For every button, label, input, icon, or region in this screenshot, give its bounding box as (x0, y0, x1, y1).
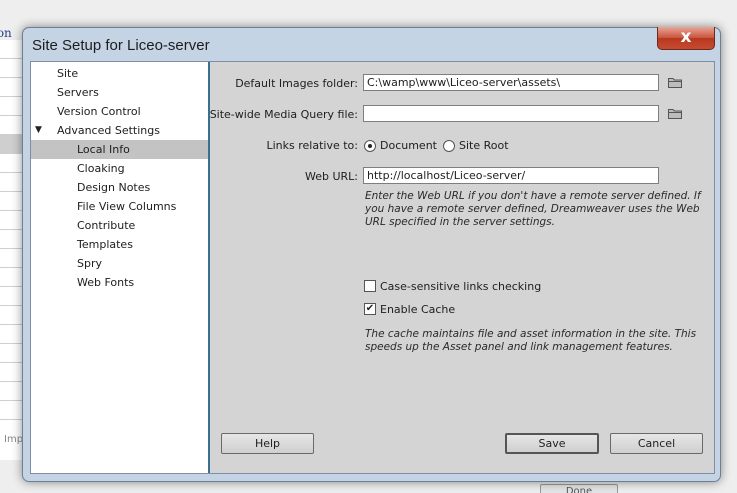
case-sensitive-label[interactable]: Case-sensitive links checking (380, 280, 541, 293)
sidebar-item-file-view-columns[interactable]: File View Columns (31, 197, 208, 216)
close-button[interactable]: x (657, 27, 715, 50)
checkmark-icon: ✔ (365, 303, 375, 314)
enable-cache-label[interactable]: Enable Cache (380, 303, 455, 316)
document-radio-label[interactable]: Document (380, 139, 437, 152)
media-query-label: Site-wide Media Query file: (209, 108, 358, 121)
sidebar-item-label: Advanced Settings (57, 124, 160, 137)
cache-note-line: The cache maintains file and asset infor… (365, 328, 697, 340)
web-url-note-line: URL specified in the server settings. (365, 216, 555, 228)
site-setup-dialog: Site Setup for Liceo-server x Site Serve… (22, 27, 721, 482)
cancel-button[interactable]: Cancel (610, 433, 703, 454)
site-root-radio[interactable] (443, 140, 455, 152)
media-query-field[interactable] (363, 105, 659, 122)
default-images-label: Default Images folder: (235, 77, 358, 90)
sidebar-item-contribute[interactable]: Contribute (31, 216, 208, 235)
cache-note-line: speeds up the Asset panel and link manag… (365, 341, 673, 353)
web-url-note: Enter the Web URL if you don't have a re… (365, 190, 701, 229)
sidebar-item-site[interactable]: Site (31, 64, 208, 83)
web-url-note-line: Enter the Web URL if you don't have a re… (365, 190, 701, 202)
case-sensitive-checkbox[interactable] (364, 280, 376, 292)
sidebar-item-version-control[interactable]: Version Control (31, 102, 208, 121)
sidebar-item-label: Design Notes (77, 181, 151, 194)
sidebar-item-label: Web Fonts (77, 276, 135, 289)
cache-note: The cache maintains file and asset infor… (365, 328, 696, 354)
background-title: ton (0, 26, 12, 40)
sidebar-item-design-notes[interactable]: Design Notes (31, 178, 208, 197)
folder-icon[interactable] (668, 77, 682, 88)
sidebar-item-templates[interactable]: Templates (31, 235, 208, 254)
close-icon: x (680, 27, 692, 47)
sidebar-item-advanced-settings[interactable]: ▼ Advanced Settings (31, 121, 208, 140)
sidebar-item-label: Cloaking (77, 162, 125, 175)
default-images-field[interactable]: C:\wamp\www\Liceo-server\assets\ (363, 74, 659, 91)
links-relative-label: Links relative to: (266, 139, 359, 152)
sidebar-item-label: Site (57, 67, 79, 80)
folder-icon[interactable] (668, 108, 682, 119)
sidebar-item-cloaking[interactable]: Cloaking (31, 159, 208, 178)
sidebar-item-spry[interactable]: Spry (31, 254, 208, 273)
sidebar-item-web-fonts[interactable]: Web Fonts (31, 273, 208, 292)
enable-cache-checkbox[interactable]: ✔ (364, 303, 376, 315)
web-url-label: Web URL: (304, 170, 358, 183)
sidebar-item-label: File View Columns (77, 200, 177, 213)
background-done-button[interactable]: Done (540, 484, 618, 493)
sidebar-item-label: Local Info (77, 143, 130, 156)
triangle-down-icon[interactable]: ▼ (35, 121, 42, 140)
category-sidebar: Site Servers Version Control ▼ Advanced … (31, 62, 210, 473)
dialog-body: Site Servers Version Control ▼ Advanced … (30, 61, 715, 474)
sidebar-item-servers[interactable]: Servers (31, 83, 208, 102)
sidebar-item-label: Spry (77, 257, 102, 270)
sidebar-item-label: Templates (77, 238, 133, 251)
web-url-note-line: you have a remote server defined, Dreamw… (365, 203, 700, 215)
sidebar-item-label: Contribute (77, 219, 136, 232)
save-button[interactable]: Save (505, 433, 599, 454)
site-root-radio-label[interactable]: Site Root (459, 139, 509, 152)
sidebar-item-label: Servers (57, 86, 99, 99)
document-radio[interactable] (364, 140, 376, 152)
background-imp-label: Imp (4, 434, 24, 445)
sidebar-item-label: Version Control (57, 105, 141, 118)
dialog-title: Site Setup for Liceo-server (32, 37, 210, 54)
help-button[interactable]: Help (221, 433, 314, 454)
sidebar-item-local-info[interactable]: Local Info (31, 140, 208, 159)
web-url-field[interactable]: http://localhost/Liceo-server/ (363, 167, 659, 184)
